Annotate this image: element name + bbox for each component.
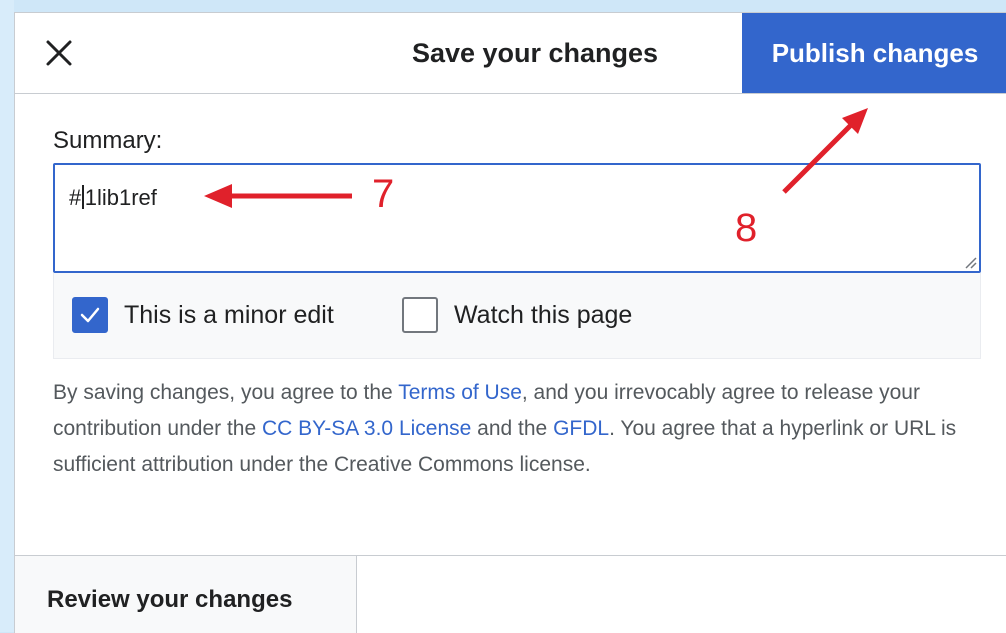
summary-value-end: 1lib1ref: [84, 185, 157, 210]
terms-of-use-link[interactable]: Terms of Use: [398, 381, 522, 404]
cc-license-link[interactable]: CC BY-SA 3.0 License: [262, 417, 471, 440]
legal-text-1: By saving changes, you agree to the: [53, 381, 399, 404]
minor-edit-checkbox[interactable]: This is a minor edit: [72, 297, 334, 333]
minor-edit-check-box[interactable]: [72, 297, 108, 333]
resize-grip-icon[interactable]: [963, 255, 977, 269]
summary-value: #1lib1ref: [69, 185, 157, 211]
annotation-step-7: 7: [372, 172, 395, 216]
close-button[interactable]: [37, 33, 81, 73]
review-changes-label: Review your changes: [47, 586, 293, 613]
review-changes-button[interactable]: Review your changes: [15, 556, 357, 633]
edit-options: This is a minor edit Watch this page: [53, 273, 981, 359]
watch-page-check-box[interactable]: [402, 297, 438, 333]
dialog-header: Save your changes Publish changes: [15, 13, 1006, 94]
watch-page-checkbox[interactable]: Watch this page: [402, 297, 632, 333]
background-edge: [0, 0, 14, 632]
save-dialog: Save your changes Publish changes Summar…: [14, 12, 1006, 633]
minor-edit-label: This is a minor edit: [124, 300, 334, 329]
text-caret: [82, 185, 84, 209]
gfdl-link[interactable]: GFDL: [553, 417, 609, 440]
legal-text-3: and the: [471, 417, 554, 440]
license-notice: By saving changes, you agree to the Term…: [53, 375, 983, 483]
checkmark-icon: [80, 307, 100, 323]
summary-input[interactable]: #1lib1ref: [53, 163, 981, 273]
publish-changes-button[interactable]: Publish changes: [742, 13, 1006, 93]
annotation-step-8: 8: [735, 206, 758, 250]
summary-value-start: #: [69, 185, 82, 210]
dialog-title: Save your changes: [411, 37, 659, 68]
close-icon: [46, 40, 72, 66]
summary-label: Summary:: [53, 127, 163, 154]
watch-page-label: Watch this page: [454, 300, 633, 329]
